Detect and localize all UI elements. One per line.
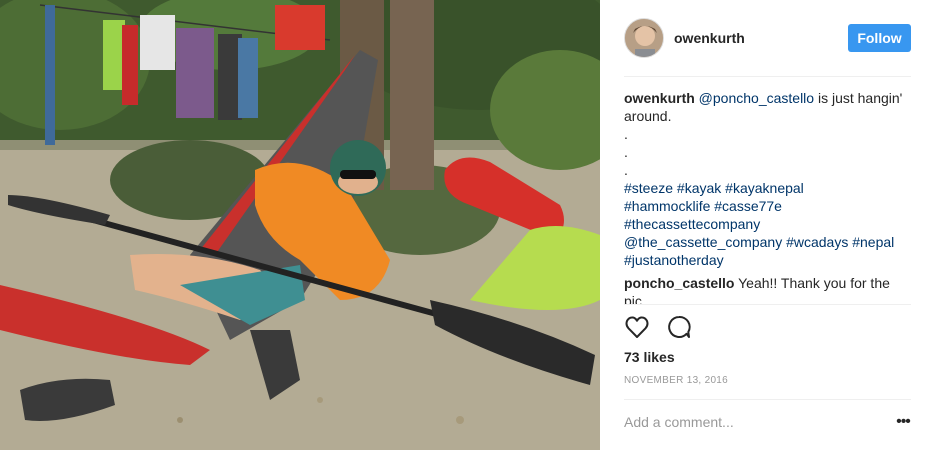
more-options-icon[interactable]: ••• (895, 412, 911, 432)
header-divider (624, 76, 911, 77)
caption: owenkurth @poncho_castello is just hangi… (624, 89, 911, 269)
post-date[interactable]: NOVEMBER 13, 2016 (624, 375, 728, 386)
follow-button[interactable]: Follow (848, 24, 911, 52)
caption-mention[interactable]: @poncho_castello (699, 90, 814, 106)
comments-section: owenkurth @poncho_castello is just hangi… (624, 89, 911, 304)
comment-divider (624, 399, 911, 400)
caption-hashtags[interactable]: #hammocklife #casse77e (624, 197, 911, 215)
caption-hashtags[interactable]: #justanotherday (624, 251, 911, 269)
caption-hashtags[interactable]: #steeze #kayak #kayaknepal (624, 179, 911, 197)
post-side-panel: owenkurth Follow owenkurth @poncho_caste… (600, 0, 935, 450)
heart-icon[interactable] (624, 314, 650, 340)
caption-username[interactable]: owenkurth (624, 90, 695, 106)
caption-hashtags[interactable]: @the_cassette_company #wcadays #nepal (624, 233, 911, 251)
add-comment-input[interactable] (624, 412, 874, 432)
hammock-photo-illustration (0, 0, 600, 450)
caption-dot: . (624, 126, 628, 142)
comment-icon[interactable] (666, 314, 692, 340)
avatar[interactable] (624, 18, 664, 58)
action-icons (624, 314, 708, 340)
reply-username[interactable]: poncho_castello (624, 275, 734, 291)
caption-hashtags[interactable]: #thecassettecompany (624, 215, 911, 233)
caption-dot: . (624, 162, 628, 178)
actions-divider (624, 304, 911, 305)
reply-comment: poncho_castello Yeah!! Thank you for the… (624, 274, 911, 304)
post-photo[interactable] (0, 0, 600, 450)
header-username[interactable]: owenkurth (674, 30, 745, 46)
likes-count[interactable]: 73 likes (624, 349, 675, 365)
caption-dot: . (624, 144, 628, 160)
avatar-portrait-icon (625, 19, 663, 57)
instagram-post: owenkurth Follow owenkurth @poncho_caste… (0, 0, 935, 450)
